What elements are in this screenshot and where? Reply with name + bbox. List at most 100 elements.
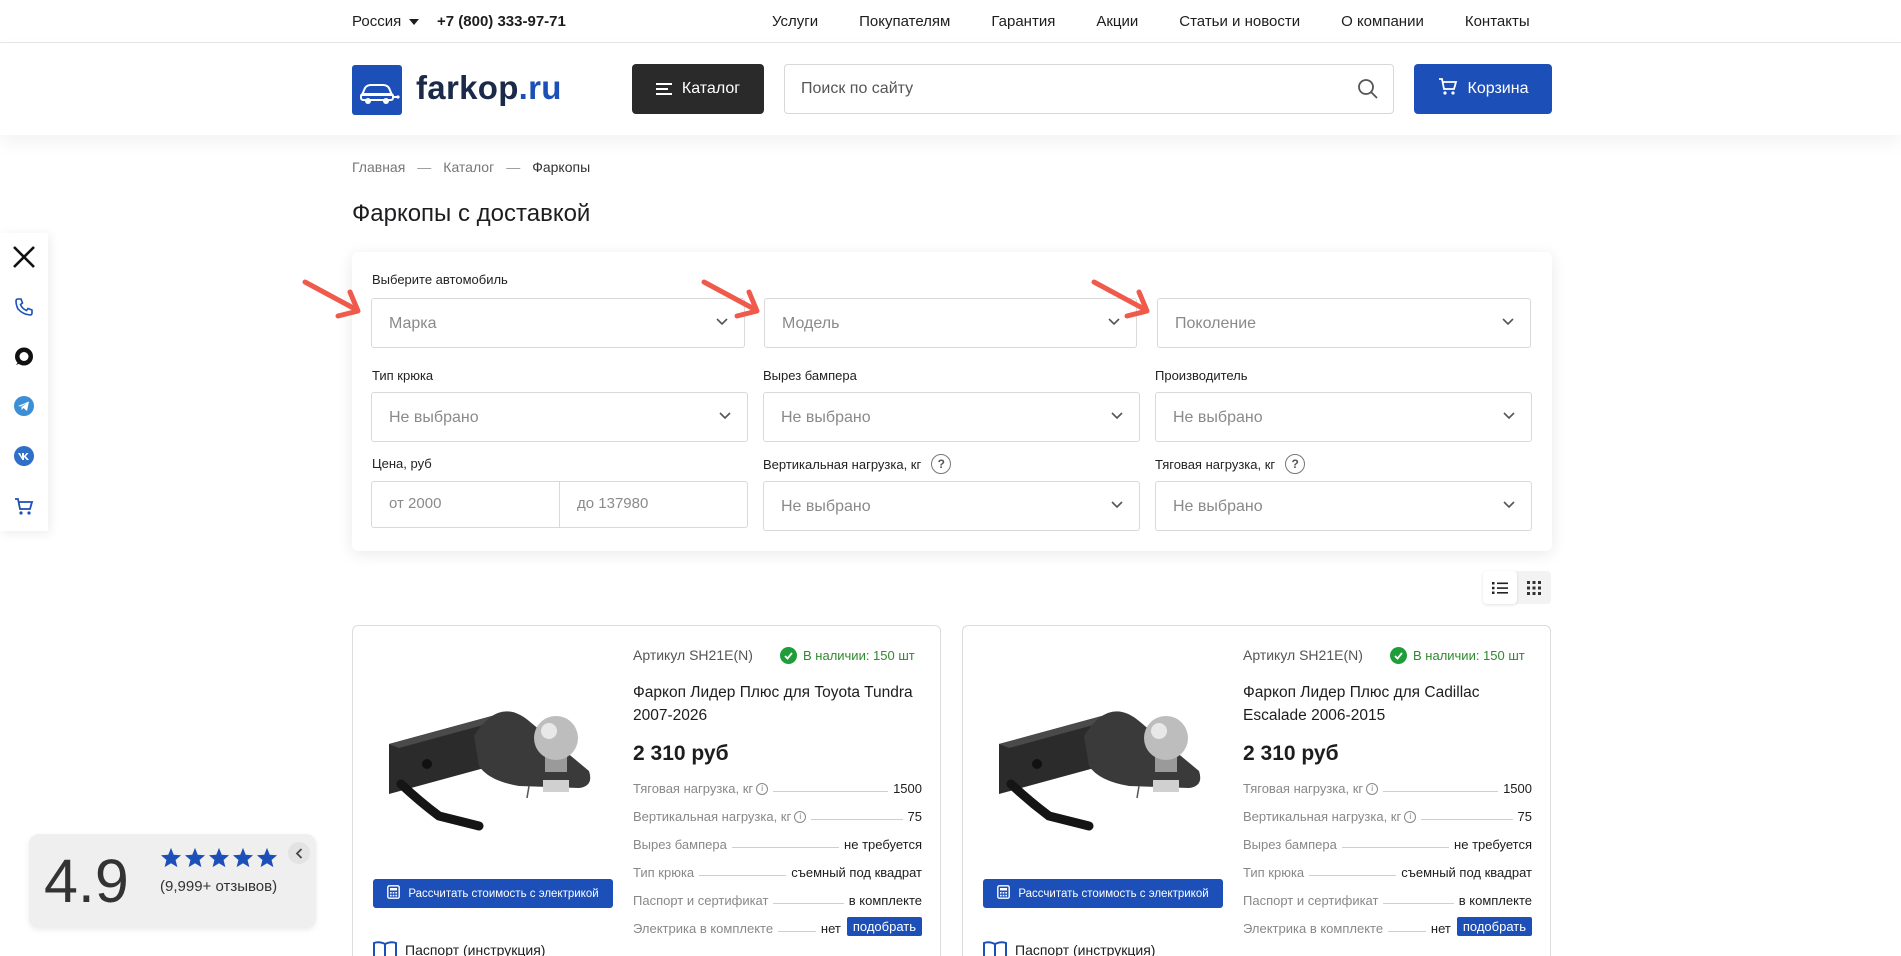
breadcrumb-home[interactable]: Главная bbox=[352, 159, 405, 175]
dotted-leader bbox=[1421, 819, 1513, 820]
spec-name: Паспорт и сертификат bbox=[1243, 893, 1379, 908]
spec-value: нет bbox=[1430, 921, 1451, 936]
manufacturer-label: Производитель bbox=[1155, 368, 1248, 383]
generation-select[interactable]: Поколение bbox=[1157, 298, 1531, 348]
info-icon[interactable]: i bbox=[756, 782, 769, 795]
manufacturer-value: Не выбрано bbox=[1173, 409, 1263, 426]
dotted-leader bbox=[1309, 875, 1397, 876]
spec-row: Паспорт и сертификат в комплекте bbox=[1243, 888, 1532, 908]
spec-name: Вырез бампера bbox=[633, 837, 727, 852]
phone-icon[interactable] bbox=[12, 295, 36, 319]
price-to-input[interactable] bbox=[577, 495, 717, 512]
price-label: Цена, руб bbox=[372, 456, 432, 471]
phone-link[interactable]: +7 (800) 333-97-71 bbox=[437, 13, 566, 30]
close-icon[interactable] bbox=[12, 245, 36, 269]
search-icon[interactable] bbox=[1357, 78, 1379, 105]
manufacturer-select[interactable]: Не выбрано bbox=[1155, 392, 1532, 442]
nav-services[interactable]: Услуги bbox=[772, 13, 818, 30]
chevron-down-icon bbox=[1111, 501, 1123, 509]
spec-value: нет bbox=[820, 921, 841, 936]
dotted-leader bbox=[778, 931, 816, 932]
menu-icon bbox=[655, 83, 672, 95]
info-icon[interactable]: i bbox=[794, 810, 807, 823]
spec-row: Вертикальная нагрузка, кг i 75 bbox=[1243, 804, 1532, 824]
hook-type-select[interactable]: Не выбрано bbox=[371, 392, 748, 442]
towing-load-select[interactable]: Не выбрано bbox=[1155, 481, 1532, 531]
model-placeholder: Модель bbox=[782, 315, 840, 332]
spec-name: Тяговая нагрузка, кг bbox=[1243, 781, 1364, 796]
pick-wiring-button[interactable]: подобрать bbox=[1456, 917, 1532, 936]
rating-widget[interactable]: 4.9 (9,999+ отзывов) bbox=[29, 834, 316, 928]
grid-view-icon[interactable] bbox=[1517, 571, 1551, 604]
logo-car-icon[interactable] bbox=[352, 65, 402, 115]
search-input[interactable] bbox=[801, 77, 1321, 101]
nav-about[interactable]: О компании bbox=[1341, 13, 1424, 30]
dotted-leader bbox=[773, 903, 844, 904]
calculate-with-wiring-button[interactable]: Рассчитать стоимость с электрикой bbox=[373, 879, 613, 908]
spec-name: Вырез бампера bbox=[1243, 837, 1337, 852]
chevron-down-icon bbox=[1503, 501, 1515, 509]
star-icon bbox=[232, 847, 254, 868]
breadcrumb-catalog[interactable]: Каталог bbox=[443, 159, 494, 175]
towbar-product-image[interactable] bbox=[989, 676, 1219, 846]
spec-value: 75 bbox=[907, 809, 922, 824]
caret-down-icon bbox=[409, 18, 420, 25]
star-icon bbox=[256, 847, 278, 868]
page-title: Фаркопы с доставкой bbox=[352, 200, 591, 227]
calculator-icon bbox=[387, 885, 401, 902]
spec-row: Вертикальная нагрузка, кг i 75 bbox=[633, 804, 922, 824]
passport-link[interactable]: Паспорт (инструкция) bbox=[373, 941, 545, 956]
nav-warranty[interactable]: Гарантия bbox=[991, 13, 1055, 30]
cart-icon[interactable] bbox=[12, 495, 36, 519]
cart-button[interactable]: Корзина bbox=[1414, 64, 1552, 114]
list-view-icon[interactable] bbox=[1483, 571, 1517, 604]
vertical-load-select[interactable]: Не выбрано bbox=[763, 481, 1140, 531]
stock-label: В наличии: 150 шт bbox=[803, 648, 915, 663]
vk-icon[interactable] bbox=[12, 444, 36, 468]
bumper-cut-select[interactable]: Не выбрано bbox=[763, 392, 1140, 442]
product-sku: Артикул SH21E(N) bbox=[1243, 647, 1363, 663]
product-title[interactable]: Фаркоп Лидер Плюс для Toyota Tundra 2007… bbox=[633, 681, 923, 727]
spec-name: Тяговая нагрузка, кг bbox=[633, 781, 754, 796]
catalog-button[interactable]: Каталог bbox=[632, 64, 764, 114]
help-icon[interactable]: ? bbox=[1285, 454, 1306, 474]
price-from-box bbox=[371, 481, 560, 528]
spec-row: Электрика в комплекте нет подобрать bbox=[1243, 916, 1532, 936]
price-from-input[interactable] bbox=[389, 495, 529, 512]
passport-link[interactable]: Паспорт (инструкция) bbox=[983, 941, 1155, 956]
spec-name-wrap: Вертикальная нагрузка, кг i bbox=[1243, 809, 1417, 824]
nav-contacts[interactable]: Контакты bbox=[1465, 13, 1530, 30]
product-title[interactable]: Фаркоп Лидер Плюс для Cadillac Escalade … bbox=[1243, 681, 1533, 727]
cart-label: Корзина bbox=[1467, 80, 1529, 97]
calculate-label: Рассчитать стоимость с электрикой bbox=[1018, 887, 1209, 900]
product-sku: Артикул SH21E(N) bbox=[633, 647, 753, 663]
product-card[interactable]: Рассчитать стоимость с электрикой Паспор… bbox=[352, 625, 941, 956]
chevron-left-icon[interactable] bbox=[288, 842, 310, 864]
catalog-label: Каталог bbox=[681, 80, 741, 97]
spec-value: не требуется bbox=[844, 837, 922, 852]
make-select[interactable]: Марка bbox=[371, 298, 745, 348]
info-icon[interactable]: i bbox=[1366, 782, 1379, 795]
help-icon[interactable]: ? bbox=[931, 454, 952, 474]
nav-customers[interactable]: Покупателям bbox=[859, 13, 950, 30]
star-icon bbox=[160, 847, 182, 868]
logo-text[interactable]: farkop.ru bbox=[416, 69, 562, 107]
towbar-product-image[interactable] bbox=[379, 676, 609, 846]
top-nav: Услуги Покупателям Гарантия Акции Статьи… bbox=[772, 13, 1530, 30]
region-label: Россия bbox=[352, 13, 402, 30]
chat-icon[interactable] bbox=[12, 345, 36, 369]
region-selector[interactable]: Россия bbox=[352, 13, 420, 30]
info-icon[interactable]: i bbox=[1404, 810, 1417, 823]
spec-value: 1500 bbox=[1503, 781, 1532, 796]
product-card[interactable]: Рассчитать стоимость с электрикой Паспор… bbox=[962, 625, 1551, 956]
vertical-load-label-wrap: Вертикальная нагрузка, кг ? bbox=[763, 454, 952, 474]
nav-articles[interactable]: Статьи и новости bbox=[1179, 13, 1300, 30]
pick-wiring-button[interactable]: подобрать bbox=[846, 917, 922, 936]
nav-promotions[interactable]: Акции bbox=[1096, 13, 1138, 30]
calculate-label: Рассчитать стоимость с электрикой bbox=[408, 887, 599, 900]
calculate-with-wiring-button[interactable]: Рассчитать стоимость с электрикой bbox=[983, 879, 1223, 908]
model-select[interactable]: Модель bbox=[764, 298, 1137, 348]
telegram-icon[interactable] bbox=[12, 394, 36, 418]
side-contact-bar bbox=[0, 233, 48, 531]
towing-load-value: Не выбрано bbox=[1173, 498, 1263, 515]
